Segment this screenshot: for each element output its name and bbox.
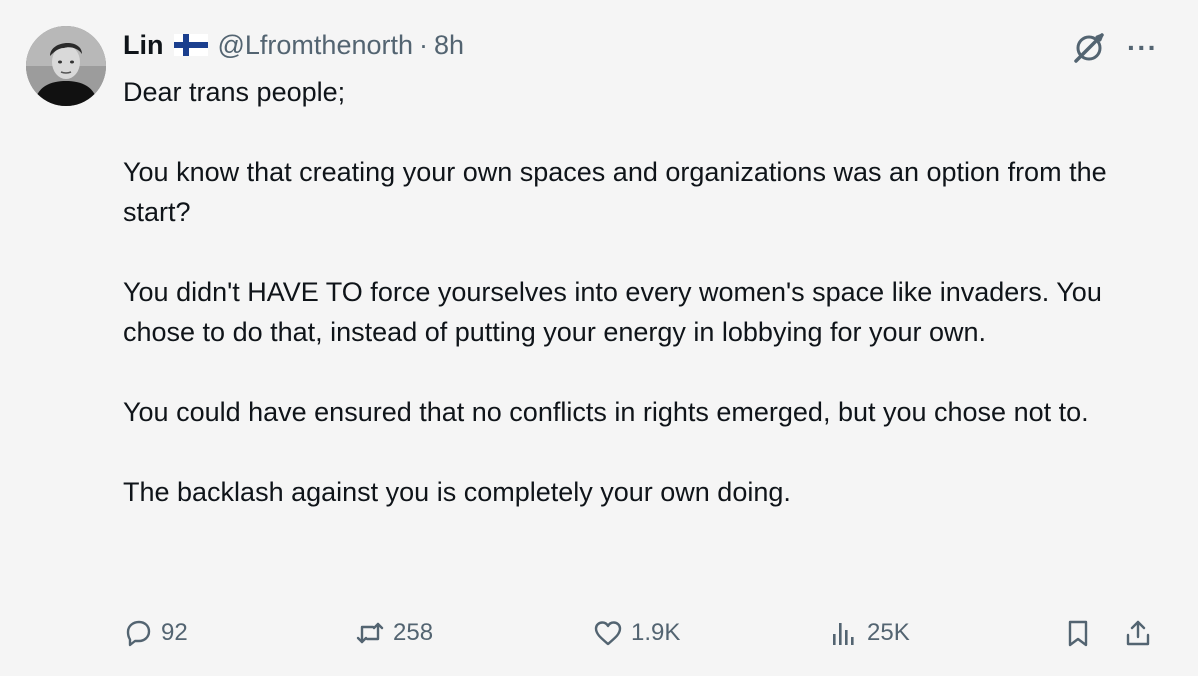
tweet-timestamp[interactable]: 8h — [434, 28, 464, 62]
top-actions: ··· — [1071, 30, 1158, 66]
reply-button[interactable]: 92 — [123, 613, 188, 653]
header-separator: · — [419, 30, 428, 60]
tweet-card: Lin @Lfromthenorth · 8h ··· Dear trans p… — [0, 0, 1198, 676]
views-count: 25K — [867, 619, 910, 646]
avatar[interactable] — [26, 26, 106, 106]
author-name[interactable]: Lin — [123, 28, 164, 62]
bookmark-button[interactable] — [1063, 613, 1093, 653]
reply-icon — [126, 620, 151, 647]
like-button[interactable]: 1.9K — [593, 613, 680, 653]
share-icon — [1126, 620, 1150, 646]
action-bar: 92 258 1.9K 25K — [123, 613, 1163, 653]
tweet-paragraph: You could have ensured that no conflicts… — [123, 397, 1089, 427]
retweet-button[interactable]: 258 — [355, 613, 433, 653]
like-count: 1.9K — [631, 619, 681, 646]
retweet-icon — [356, 622, 384, 644]
finland-flag-icon — [173, 34, 208, 56]
bookmark-icon — [1068, 620, 1088, 647]
analytics-icon — [833, 623, 854, 645]
heart-icon — [594, 621, 622, 646]
share-button[interactable] — [1123, 613, 1153, 653]
tweet-paragraph: The backlash against you is completely y… — [123, 477, 791, 507]
author-handle[interactable]: @Lfromthenorth — [218, 28, 414, 62]
tweet-paragraph: Dear trans people; — [123, 77, 346, 107]
reply-count: 92 — [161, 619, 188, 646]
tweet-paragraph: You know that creating your own spaces a… — [123, 157, 1107, 227]
grok-icon[interactable] — [1071, 30, 1107, 66]
tweet-header: Lin @Lfromthenorth · 8h — [123, 28, 464, 62]
retweet-count: 258 — [393, 619, 434, 646]
avatar-photo — [26, 26, 106, 106]
tweet-paragraph: You didn't HAVE TO force yourselves into… — [123, 277, 1102, 347]
views-button[interactable]: 25K — [829, 613, 910, 653]
tweet-text: Dear trans people; You know that creatin… — [123, 72, 1163, 512]
more-options-icon[interactable]: ··· — [1127, 34, 1158, 62]
